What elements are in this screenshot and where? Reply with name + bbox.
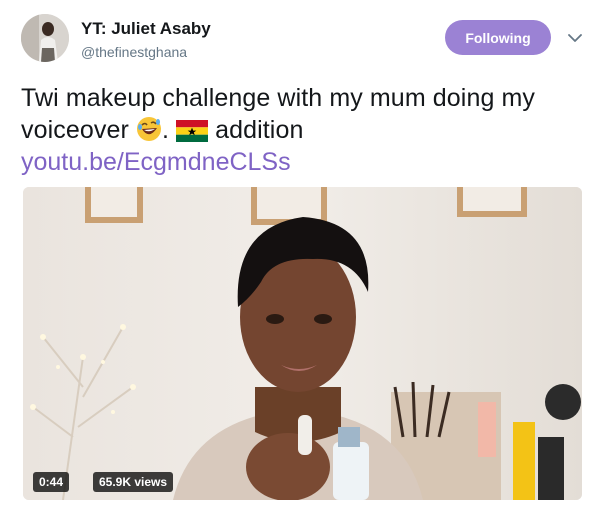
following-button[interactable]: Following <box>445 20 551 55</box>
video-thumbnail[interactable]: 0:44 65.9K views <box>23 187 582 500</box>
author-name[interactable]: YT: Juliet Asaby <box>81 19 211 39</box>
youtube-link[interactable]: youtu.be/EcgmdneCLSs <box>21 146 291 178</box>
video-frame-image <box>23 187 582 500</box>
author-handle[interactable]: @thefinestghana <box>81 44 187 60</box>
video-views-badge: 65.9K views <box>93 472 174 492</box>
avatar[interactable] <box>21 14 69 62</box>
video-duration-badge: 0:44 <box>33 472 70 492</box>
tweet-header: YT: Juliet Asaby @thefinestghana Followi… <box>21 14 596 66</box>
tweet-text-part2: . <box>161 116 177 144</box>
rolling-laughing-emoji-icon <box>136 116 162 150</box>
chevron-down-icon[interactable] <box>565 28 585 48</box>
profile-photo-icon <box>21 14 69 62</box>
tweet-text: Twi makeup challenge with my mum doing m… <box>21 82 591 150</box>
tweet-text-part3: addition <box>208 116 304 144</box>
